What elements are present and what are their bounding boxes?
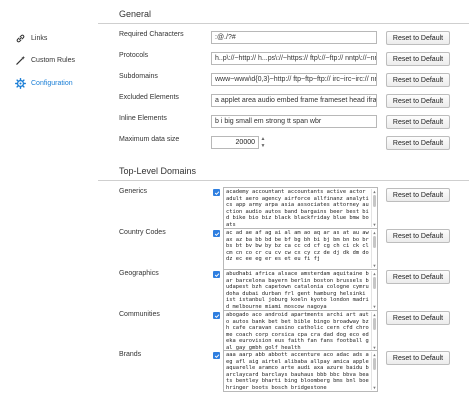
label-excluded-elements: Excluded Elements xyxy=(119,94,179,101)
sidebar-item-links[interactable]: Links xyxy=(15,31,47,45)
geographics-textarea[interactable]: abudhabi africa alsace amsterdam aquitai… xyxy=(223,269,378,311)
country-codes-textarea[interactable]: ac ad ae af ag ai al am ao aq ar as at a… xyxy=(223,228,378,270)
scroll-thumb[interactable] xyxy=(373,358,376,370)
maximum-data-size-stepper[interactable]: ▲ ▼ xyxy=(260,136,266,149)
scroll-up-icon[interactable]: ▲ xyxy=(372,271,377,276)
scroll-down-icon[interactable]: ▼ xyxy=(372,385,377,390)
reset-country-codes-button[interactable]: Reset to Default xyxy=(386,229,450,243)
inline-elements-input[interactable]: b i big small em strong tt span wbr xyxy=(211,115,377,128)
label-protocols: Protocols xyxy=(119,52,149,59)
sidebar-item-label: Configuration xyxy=(31,79,73,87)
label-required-characters: Required Characters xyxy=(119,31,184,38)
reset-excluded-elements-button[interactable]: Reset to Default xyxy=(386,94,450,108)
sidebar-item-label: Custom Rules xyxy=(31,56,75,64)
brands-checkbox[interactable] xyxy=(213,352,220,359)
scroll-down-icon[interactable]: ▼ xyxy=(372,222,377,227)
country-codes-checkbox[interactable] xyxy=(213,230,220,237)
textarea-content: abudhabi africa alsace amsterdam aquitai… xyxy=(226,271,369,310)
reset-geographics-button[interactable]: Reset to Default xyxy=(386,270,450,284)
sidebar-item-configuration[interactable]: Configuration xyxy=(15,76,73,90)
section-title-top-level-domains: Top-Level Domains xyxy=(119,166,197,176)
scroll-down-icon[interactable]: ▼ xyxy=(372,263,377,268)
reset-required-characters-button[interactable]: Reset to Default xyxy=(386,31,450,45)
scroll-up-icon[interactable]: ▲ xyxy=(372,312,377,317)
geographics-checkbox[interactable] xyxy=(213,271,220,278)
reset-brands-button[interactable]: Reset to Default xyxy=(386,351,450,365)
label-maximum-data-size: Maximum data size xyxy=(119,136,180,143)
textarea-content: aaa aarp abb abbott accenture aco adac a… xyxy=(226,352,369,391)
scroll-thumb[interactable] xyxy=(373,277,376,289)
reset-generics-button[interactable]: Reset to Default xyxy=(386,188,450,202)
checkmark-icon xyxy=(214,231,219,236)
checkmark-icon xyxy=(214,313,219,318)
section-divider xyxy=(98,23,469,24)
generics-textarea[interactable]: academy accountant accountants active ac… xyxy=(223,187,378,229)
brands-textarea[interactable]: aaa aarp abb abbott accenture aco adac a… xyxy=(223,350,378,392)
scrollbar[interactable]: ▲ ▼ xyxy=(371,189,376,227)
section-title-general: General xyxy=(119,9,152,19)
scroll-thumb[interactable] xyxy=(373,195,376,207)
maximum-data-size-input[interactable]: 20000 xyxy=(211,136,259,149)
reset-subdomains-button[interactable]: Reset to Default xyxy=(386,73,450,87)
scroll-down-icon[interactable]: ▼ xyxy=(372,304,377,309)
scroll-up-icon[interactable]: ▲ xyxy=(372,352,377,357)
scrollbar[interactable]: ▲ ▼ xyxy=(371,230,376,268)
subdomains-input[interactable]: www~www\d{0,3}~http:// ftp~ftp~ftp:// ir… xyxy=(211,73,377,86)
scroll-thumb[interactable] xyxy=(373,318,376,330)
communities-checkbox[interactable] xyxy=(213,312,220,319)
stepper-down-icon[interactable]: ▼ xyxy=(261,143,266,149)
stepper-up-icon[interactable]: ▲ xyxy=(261,136,266,142)
configuration-panel: General Required Characters :@./?# Reset… xyxy=(98,0,469,400)
scrollbar[interactable]: ▲ ▼ xyxy=(371,312,376,350)
scrollbar[interactable]: ▲ ▼ xyxy=(371,352,376,390)
reset-communities-button[interactable]: Reset to Default xyxy=(386,311,450,325)
link-icon xyxy=(15,33,26,44)
reset-protocols-button[interactable]: Reset to Default xyxy=(386,52,450,66)
label-inline-elements: Inline Elements xyxy=(119,115,167,122)
checkmark-icon xyxy=(214,353,219,358)
checkmark-icon xyxy=(214,190,219,195)
scroll-up-icon[interactable]: ▲ xyxy=(372,189,377,194)
excluded-elements-input[interactable]: a applet area audio embed frame frameset… xyxy=(211,94,377,107)
textarea-content: abogado aco android apartments archi art… xyxy=(226,312,369,351)
protocols-input[interactable]: h..p\://~http:// h...ps\://~https:// ftp… xyxy=(211,52,377,65)
reset-inline-elements-button[interactable]: Reset to Default xyxy=(386,115,450,129)
label-geographics: Geographics xyxy=(119,270,159,277)
scrollbar[interactable]: ▲ ▼ xyxy=(371,271,376,309)
gear-icon xyxy=(15,77,26,89)
label-brands: Brands xyxy=(119,351,142,358)
communities-textarea[interactable]: abogado aco android apartments archi art… xyxy=(223,310,378,352)
scroll-up-icon[interactable]: ▲ xyxy=(372,230,377,235)
wand-icon xyxy=(15,55,26,66)
label-communities: Communities xyxy=(119,311,160,318)
label-country-codes: Country Codes xyxy=(119,229,166,236)
sidebar-item-custom-rules[interactable]: Custom Rules xyxy=(15,53,75,67)
label-generics: Generics xyxy=(119,188,148,195)
textarea-content: ac ad ae af ag ai al am ao aq ar as at a… xyxy=(226,230,369,262)
scroll-thumb[interactable] xyxy=(373,236,376,248)
generics-checkbox[interactable] xyxy=(213,189,220,196)
reset-maximum-data-size-button[interactable]: Reset to Default xyxy=(386,136,450,150)
textarea-content: academy accountant accountants active ac… xyxy=(226,189,369,228)
sidebar-item-label: Links xyxy=(31,34,48,42)
section-divider xyxy=(98,180,469,181)
label-subdomains: Subdomains xyxy=(119,73,158,80)
required-characters-input[interactable]: :@./?# xyxy=(211,31,377,44)
checkmark-icon xyxy=(214,272,219,277)
sidebar: Links Custom Rules Configuration xyxy=(0,0,95,400)
